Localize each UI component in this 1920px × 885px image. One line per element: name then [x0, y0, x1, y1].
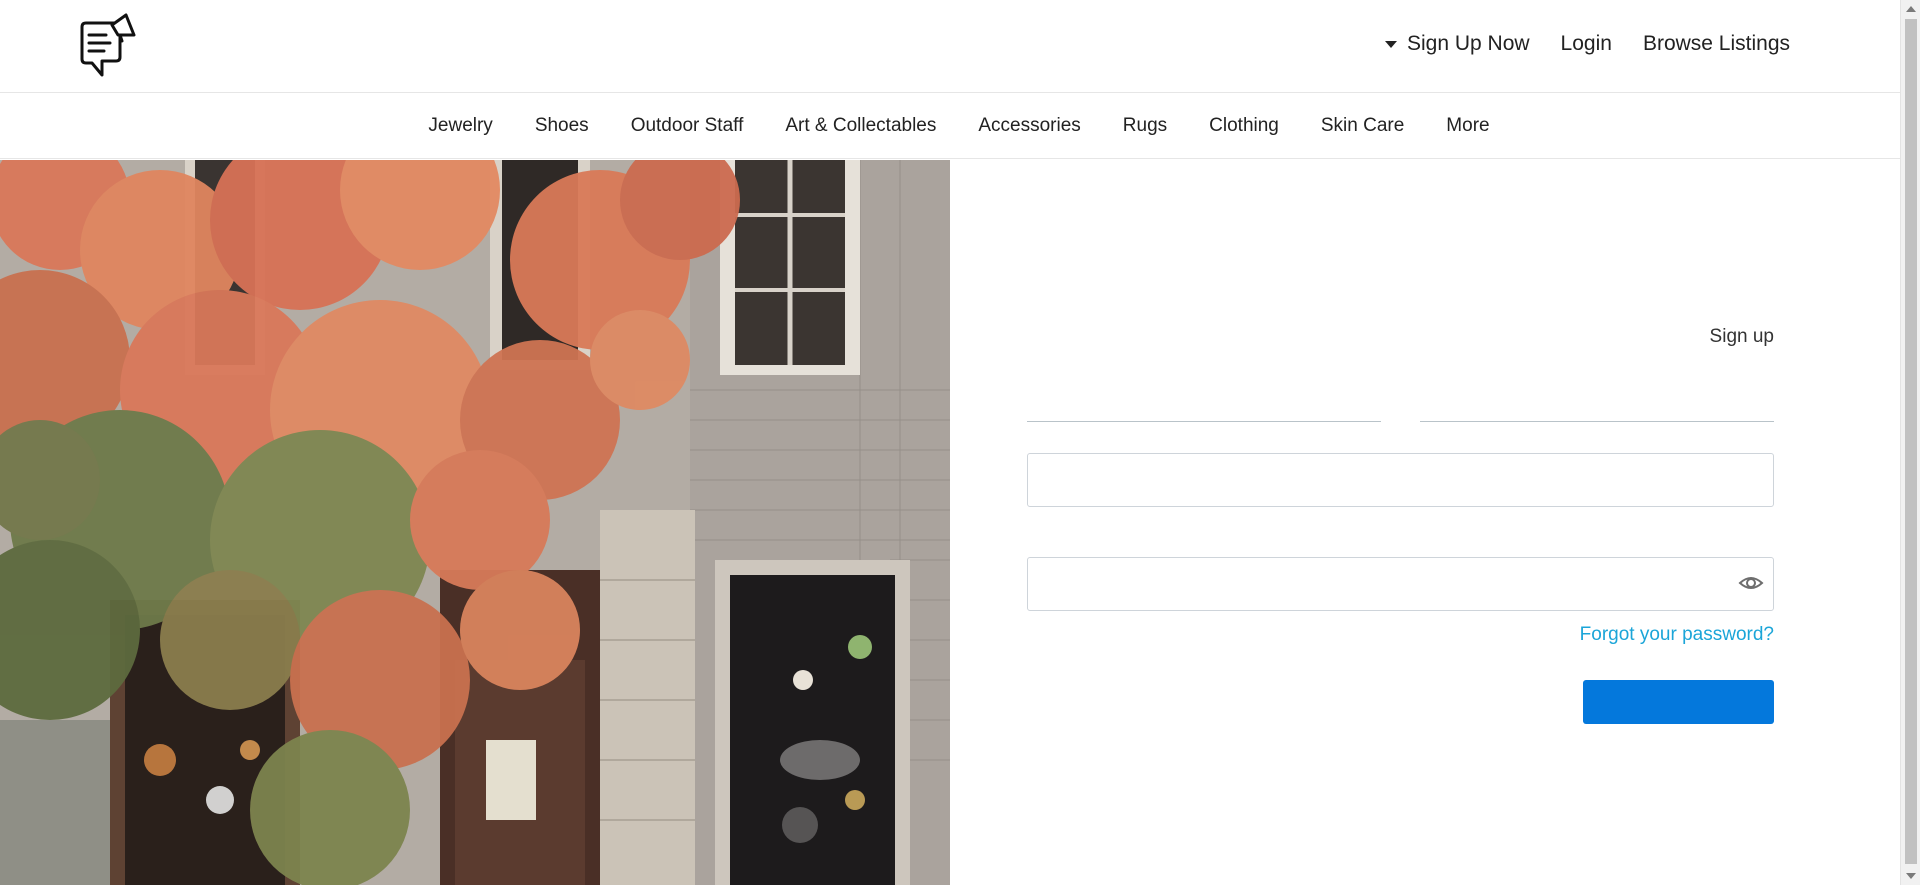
password-field[interactable] [1027, 557, 1774, 611]
second-underline-field[interactable] [1420, 380, 1774, 422]
category-rugs[interactable]: Rugs [1123, 115, 1167, 137]
category-art-collectables[interactable]: Art & Collectables [785, 115, 936, 137]
submit-button[interactable] [1583, 680, 1774, 724]
scroll-up-arrow-icon[interactable] [1906, 6, 1916, 12]
category-more[interactable]: More [1446, 115, 1489, 137]
chat-megaphone-logo-icon[interactable] [76, 13, 138, 79]
first-underline-field[interactable] [1027, 380, 1381, 422]
site-header: Sign Up Now Login Browse Listings [0, 0, 1900, 93]
sign-up-now-label: Sign Up Now [1406, 32, 1530, 55]
storefront-illustration [0, 160, 950, 885]
caret-down-icon [1384, 40, 1397, 48]
login-link[interactable]: Login [1561, 32, 1612, 56]
category-clothing[interactable]: Clothing [1209, 115, 1279, 137]
eye-icon[interactable] [1738, 572, 1764, 594]
top-navigation: Sign Up Now Login Browse Listings [1384, 32, 1790, 56]
sign-up-now-dropdown[interactable]: Sign Up Now [1384, 32, 1530, 56]
category-shoes[interactable]: Shoes [535, 115, 589, 137]
email-field[interactable] [1027, 453, 1774, 507]
vertical-scrollbar[interactable] [1900, 0, 1920, 885]
sign-up-tab[interactable]: Sign up [1710, 326, 1774, 348]
category-skin-care[interactable]: Skin Care [1321, 115, 1404, 137]
hero-photo [0, 160, 950, 885]
category-jewelry[interactable]: Jewelry [428, 115, 492, 137]
category-outdoor-staff[interactable]: Outdoor Staff [631, 115, 744, 137]
category-accessories[interactable]: Accessories [978, 115, 1080, 137]
scrollbar-thumb[interactable] [1905, 19, 1917, 864]
browse-listings-link[interactable]: Browse Listings [1643, 32, 1790, 56]
scroll-down-arrow-icon[interactable] [1906, 873, 1916, 879]
auth-form: Sign up Forgot your password? [1027, 160, 1774, 885]
category-list: Jewelry Shoes Outdoor Staff Art & Collec… [428, 115, 1489, 137]
category-bar: Jewelry Shoes Outdoor Staff Art & Collec… [0, 94, 1900, 159]
forgot-password-link[interactable]: Forgot your password? [1580, 624, 1774, 646]
